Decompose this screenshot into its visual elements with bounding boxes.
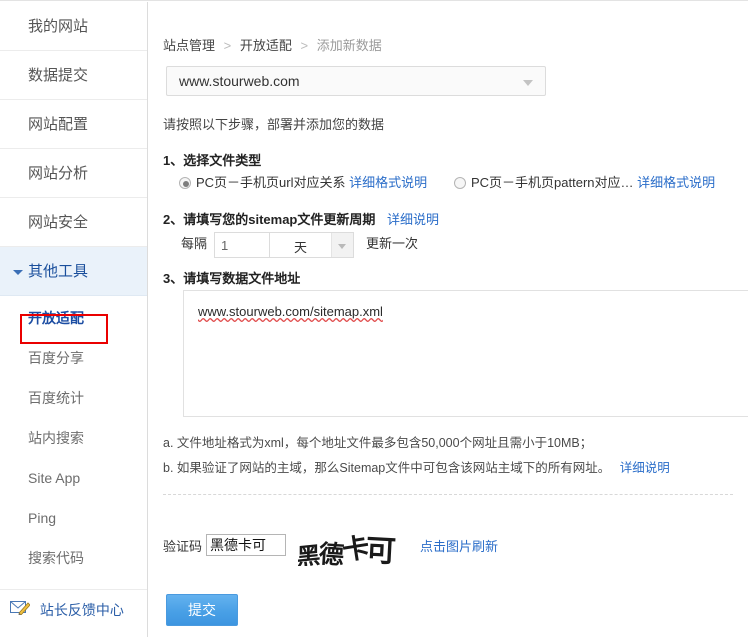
breadcrumb-item-add-new-data: 添加新数据 (316, 38, 382, 53)
page-root: 我的网站 数据提交 网站配置 网站分析 网站安全 其他工具 开放适配 百度分享 … (0, 0, 748, 637)
captcha-glyph: 黑 (298, 541, 321, 566)
update-period-row: 每隔 天 更新一次 (181, 232, 418, 258)
sidebar-item-site-analysis[interactable]: 网站分析 (0, 149, 147, 198)
sidebar-item-label: 网站分析 (28, 165, 89, 182)
sidebar-group-label: 其他工具 (28, 263, 89, 280)
file-type-option-pattern-label: PC页－手机页pattern对应… (471, 175, 634, 190)
sidebar-item-baidu-stats[interactable]: 百度统计 (0, 378, 147, 418)
sidebar-sublist: 开放适配 百度分享 百度统计 站内搜索 Site App Ping 搜索代码 (0, 296, 147, 578)
period-prefix-label: 每隔 (181, 236, 208, 252)
sidebar-subitem-label: 搜索代码 (28, 550, 84, 566)
sidebar: 我的网站 数据提交 网站配置 网站分析 网站安全 其他工具 开放适配 百度分享 … (0, 2, 148, 637)
data-file-url-textarea[interactable]: www.stourweb.com/sitemap.xml (183, 290, 748, 417)
main-content: 站点管理 > 开放适配 > 添加新数据 www.stourweb.com 请按照… (149, 2, 748, 637)
sidebar-item-my-sites[interactable]: 我的网站 (0, 2, 147, 51)
radio-button-url[interactable] (179, 177, 191, 189)
sidebar-subitem-label: Ping (28, 510, 57, 526)
note-b-detail-link[interactable]: 详细说明 (620, 461, 670, 475)
section-divider (163, 494, 733, 495)
file-type-option-url-label: PC页－手机页url对应关系 (196, 175, 346, 190)
captcha-image[interactable]: 黑 德 卡 可 (298, 524, 403, 566)
breadcrumb-separator: > (223, 38, 232, 53)
period-suffix-label: 更新一次 (366, 236, 419, 252)
period-value-input[interactable] (214, 232, 271, 258)
sidebar-group-other-tools[interactable]: 其他工具 (0, 247, 147, 296)
sidebar-subitem-label: 开放适配 (28, 310, 84, 326)
sidebar-item-open-adapt[interactable]: 开放适配 (0, 298, 147, 338)
radio-button-pattern[interactable] (454, 177, 466, 189)
captcha-glyph: 可 (364, 534, 397, 566)
mail-pencil-icon (10, 590, 31, 630)
sidebar-item-ping[interactable]: Ping (0, 498, 147, 538)
captcha-input[interactable] (206, 534, 287, 556)
period-unit-value: 天 (294, 240, 308, 255)
captcha-label: 验证码 (163, 538, 203, 554)
data-file-url-value: www.stourweb.com/sitemap.xml (198, 304, 383, 319)
breadcrumb-item-open-adapt[interactable]: 开放适配 (240, 38, 292, 53)
site-select-value: www.stourweb.com (179, 73, 300, 89)
chevron-down-icon (338, 244, 347, 249)
note-b: b. 如果验证了网站的主域，那么Sitemap文件中可包含该网站主域下的所有网址… (163, 457, 670, 476)
intro-text: 请按照以下步骤，部署并添加您的数据 (163, 117, 385, 132)
step-3-title: 3、请填写数据文件地址 (163, 271, 301, 286)
captcha-row: 验证码 黑 德 卡 可 点击图片刷新 (163, 524, 498, 566)
feedback-label: 站长反馈中心 (39, 602, 124, 618)
format-detail-link-url[interactable]: 详细格式说明 (349, 175, 427, 190)
sidebar-item-site-app[interactable]: Site App (0, 458, 147, 498)
breadcrumb-separator: > (300, 38, 309, 53)
step-2-detail-link[interactable]: 详细说明 (387, 212, 439, 227)
step-2-title-text: 2、请填写您的sitemap文件更新周期 (163, 212, 376, 227)
sidebar-item-label: 我的网站 (28, 18, 89, 35)
captcha-refresh-link[interactable]: 点击图片刷新 (420, 536, 498, 555)
caret-down-icon (13, 270, 23, 275)
sidebar-subitem-label: 百度分享 (28, 350, 84, 366)
file-type-option-url[interactable]: PC页－手机页url对应关系 详细格式说明 (179, 172, 427, 191)
chevron-down-icon (523, 80, 533, 86)
sidebar-item-baidu-share[interactable]: 百度分享 (0, 338, 147, 378)
note-a: a. 文件地址格式为xml，每个地址文件最多包含50,000个网址且需小于10M… (163, 436, 593, 450)
format-detail-link-pattern[interactable]: 详细格式说明 (637, 175, 715, 190)
sidebar-item-label: 网站安全 (28, 214, 89, 231)
breadcrumb-item-site-management[interactable]: 站点管理 (163, 38, 215, 53)
period-unit-dropdown[interactable]: 天 (270, 232, 355, 258)
sidebar-item-search-code[interactable]: 搜索代码 (0, 538, 147, 578)
sidebar-item-label: 网站配置 (28, 116, 89, 133)
sidebar-subitem-label: Site App (28, 470, 81, 486)
step-2-title: 2、请填写您的sitemap文件更新周期 详细说明 (163, 209, 439, 228)
site-select-dropdown[interactable]: www.stourweb.com (166, 66, 546, 96)
sidebar-item-label: 数据提交 (28, 67, 89, 84)
sidebar-subitem-label: 站内搜索 (28, 430, 84, 446)
breadcrumb: 站点管理 > 开放适配 > 添加新数据 (163, 35, 382, 54)
sidebar-item-site-search[interactable]: 站内搜索 (0, 418, 147, 458)
sidebar-item-data-submit[interactable]: 数据提交 (0, 51, 147, 100)
sidebar-item-site-config[interactable]: 网站配置 (0, 100, 147, 149)
note-b-text: b. 如果验证了网站的主域，那么Sitemap文件中可包含该网站主域下的所有网址… (163, 461, 611, 475)
sidebar-item-site-security[interactable]: 网站安全 (0, 198, 147, 247)
file-type-option-pattern[interactable]: PC页－手机页pattern对应… 详细格式说明 (454, 172, 715, 191)
webmaster-feedback-center-link[interactable]: 站长反馈中心 (0, 589, 147, 629)
sidebar-subitem-label: 百度统计 (28, 390, 84, 406)
submit-button[interactable]: 提交 (166, 594, 238, 626)
step-1-title: 1、选择文件类型 (163, 153, 262, 168)
